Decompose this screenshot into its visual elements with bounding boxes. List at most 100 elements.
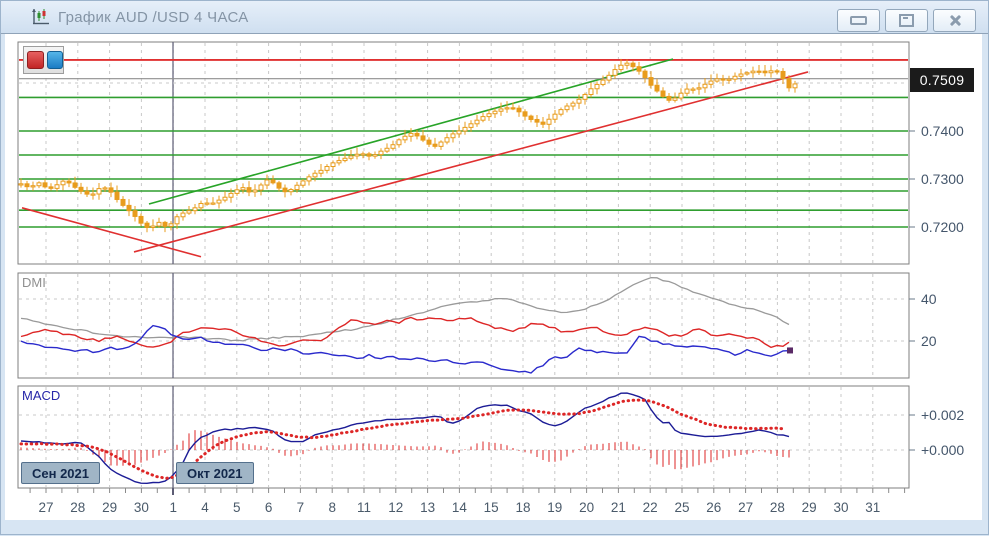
candle-body xyxy=(342,157,348,162)
x-axis-label: 22 xyxy=(643,500,658,515)
candle-body xyxy=(162,221,168,227)
candle-body xyxy=(156,221,162,227)
candle-body xyxy=(498,108,504,112)
x-axis-label: 11 xyxy=(357,500,371,515)
candle-body xyxy=(204,202,210,205)
candle-body xyxy=(108,187,114,193)
candle-body xyxy=(222,196,228,201)
di-end-marker xyxy=(787,347,793,354)
x-axis-label: 21 xyxy=(611,500,626,515)
candle-body xyxy=(180,212,186,218)
candle-body xyxy=(492,110,498,115)
candle-body xyxy=(174,216,180,225)
drawing-toolbox xyxy=(23,46,64,74)
candle-body xyxy=(654,84,660,92)
candle-body xyxy=(678,92,684,99)
restore-button[interactable] xyxy=(885,9,928,32)
candle-body xyxy=(768,70,774,74)
candle-body xyxy=(210,202,216,205)
candle-body xyxy=(522,111,528,117)
x-axis-label: 25 xyxy=(674,500,689,515)
x-axis-label: 4 xyxy=(201,500,209,515)
close-button[interactable] xyxy=(933,9,976,32)
minimize-button[interactable] xyxy=(837,9,880,32)
candle-body xyxy=(642,70,648,79)
window-title: График AUD /USD 4 ЧАСА xyxy=(58,8,249,26)
candle-body xyxy=(756,70,762,73)
candle-body xyxy=(288,189,294,193)
candle-body xyxy=(426,139,432,145)
blue-tool-button[interactable] xyxy=(46,51,63,69)
candle-body xyxy=(186,210,192,214)
title-bar: График AUD /USD 4 ЧАСА xyxy=(1,1,988,34)
x-axis-label: 28 xyxy=(70,500,85,515)
candle-body xyxy=(276,182,282,189)
candle-body xyxy=(18,183,24,186)
candle-body xyxy=(600,79,606,85)
x-axis-label: 31 xyxy=(865,500,880,515)
candle-body xyxy=(72,182,78,188)
candle-body xyxy=(504,107,510,110)
x-axis-label: 26 xyxy=(706,500,721,515)
candle-body xyxy=(294,184,300,191)
candle-body xyxy=(762,70,768,74)
candle-body xyxy=(444,137,450,143)
candle-body xyxy=(720,78,726,81)
candle-body xyxy=(558,109,564,115)
candle-body xyxy=(786,78,792,89)
dmi-panel[interactable] xyxy=(17,272,910,379)
x-axis-label: 20 xyxy=(579,500,594,515)
candle-body xyxy=(366,153,372,157)
candle-body xyxy=(132,210,138,217)
x-axis-label: 7 xyxy=(297,500,305,515)
candle-body xyxy=(78,186,84,192)
x-axis-label: 27 xyxy=(738,500,753,515)
candle-body xyxy=(672,97,678,101)
candle-body xyxy=(24,183,30,188)
candle-body xyxy=(420,135,426,141)
price-tick-label: 0.7400 xyxy=(921,123,964,139)
chart-canvas[interactable]: 0.7400 0.7300 0.7200 40 20 +0.002 +0.000 27 28 29… xyxy=(1,1,989,536)
candle-body xyxy=(468,123,474,128)
candle-body xyxy=(192,207,198,212)
x-axis-label: 19 xyxy=(547,500,562,515)
candle-body xyxy=(150,225,156,228)
candle-body xyxy=(312,172,318,178)
candle-body xyxy=(546,118,552,125)
x-axis-label: 14 xyxy=(452,500,468,515)
x-axis-label: 28 xyxy=(770,500,785,515)
candle-body xyxy=(636,66,642,72)
candle-body xyxy=(540,121,546,125)
macd-tick-label: +0.002 xyxy=(921,407,964,423)
red-tool-button[interactable] xyxy=(27,51,44,69)
candle-body xyxy=(258,184,264,191)
x-axis-label: 29 xyxy=(102,500,117,515)
candle-body xyxy=(666,95,672,101)
candle-body xyxy=(726,78,732,81)
x-axis-label: 6 xyxy=(265,500,273,515)
main-price-panel[interactable] xyxy=(17,41,910,265)
price-tick-label: 0.7200 xyxy=(921,219,964,235)
candle-body xyxy=(534,118,540,123)
minimize-icon xyxy=(850,16,867,25)
candle-body xyxy=(378,150,384,156)
x-axis-label: 15 xyxy=(484,500,499,515)
candle-body xyxy=(780,70,786,80)
candle-body xyxy=(84,190,90,195)
candle-body xyxy=(570,102,576,107)
macd-panel[interactable] xyxy=(17,385,910,489)
macd-panel-label: MACD xyxy=(22,388,61,403)
candlestick-chart-icon xyxy=(31,7,51,27)
candle-body xyxy=(450,133,456,139)
candle-body xyxy=(30,185,36,188)
candle-body xyxy=(354,153,360,157)
month-badge-september: Сен 2021 xyxy=(21,462,101,484)
candle-body xyxy=(234,189,240,194)
candle-body xyxy=(564,105,570,111)
x-axis-label: 30 xyxy=(134,500,149,515)
candle-body xyxy=(660,90,666,97)
candle-body xyxy=(102,187,108,190)
candle-body xyxy=(66,180,72,184)
candle-body xyxy=(648,77,654,86)
candle-body xyxy=(774,70,780,73)
